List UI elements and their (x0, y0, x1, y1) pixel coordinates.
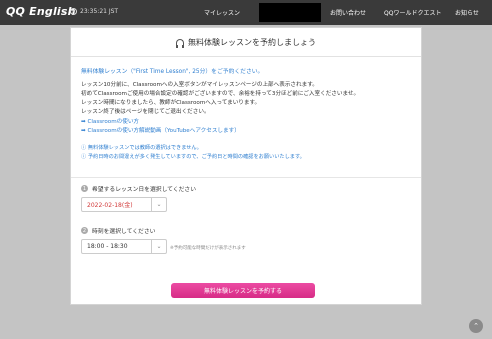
nav-news[interactable]: お知らせ (455, 8, 479, 17)
nav-my-lesson[interactable]: マイレッスン (204, 8, 240, 17)
description-line: レッスン10分前に、Classroomへの入室ボタンがマイレッスンページの上部へ… (81, 82, 318, 88)
description-line: レッスン時間になりましたら、教師がClassroomへ入ってまいります。 (81, 100, 261, 106)
reservation-panel: 無料体験レッスンを予約しましょう 無料体験レッスン（"First Time Le… (70, 27, 422, 305)
lesson-title: 無料体験レッスン（"First Time Lesson", 25分）をご予約くだ… (81, 69, 264, 75)
reserve-button[interactable]: 無料体験レッスンを予約する (171, 283, 315, 298)
clock-icon (70, 8, 77, 15)
clock-time: 23:35:21 JST (80, 8, 119, 15)
panel-header: 無料体験レッスンを予約しましょう (71, 28, 421, 57)
lesson-date-value: 2022-02-18(金) (87, 202, 133, 209)
lesson-time-select[interactable]: 18:00 - 18:30 ⌄ (81, 239, 167, 254)
lesson-date-select[interactable]: 2022-02-18(金) ⌄ (81, 197, 167, 212)
classroom-video-link[interactable]: ➡ Classroomの使い方解説動画（YouTubeへアクセスします） (81, 126, 240, 134)
classroom-howto-link[interactable]: ➡ Classroomの使い方 (81, 117, 139, 125)
divider (71, 177, 421, 178)
nav-contact[interactable]: お問い合わせ (330, 8, 366, 17)
scroll-top-button[interactable]: ⌃ (469, 319, 483, 333)
time-hint: ※予約可能な時間だけが表示されます (170, 246, 246, 251)
chevron-down-icon[interactable]: ⌄ (151, 198, 166, 211)
description-line: レッスン終了後はページを閉じてご退出ください。 (81, 109, 210, 115)
clock: 23:35:21 JST (70, 8, 118, 15)
nav-quest[interactable]: QQワールドクエスト (384, 8, 441, 17)
chevron-down-icon[interactable]: ⌄ (151, 240, 166, 253)
redacted-user-area (259, 3, 321, 22)
lesson-time-value: 18:00 - 18:30 (87, 243, 128, 250)
step1-number: 1 (81, 185, 88, 192)
step2-text: 時刻を選択してください (92, 229, 156, 235)
description-line: 初めてClassroomご使用の場合設定の確認がございますので、余裕を持って3分… (81, 91, 360, 97)
lesson-description: レッスン10分前に、Classroomへの入室ボタンがマイレッスンページの上部へ… (81, 81, 411, 117)
note-date-check: ⓘ 予約日時のお間違えが多く発生していますので、ご予約日と時間の確認をお願いいた… (81, 154, 305, 160)
headset-icon (176, 38, 184, 48)
top-navigation-bar: QQ English 23:35:21 JST マイレッスン お問い合わせ QQ… (0, 0, 492, 25)
step2-number: 2 (81, 227, 88, 234)
step1-label: 1 希望するレッスン日を選択してください (81, 184, 196, 193)
note-teacher-selection: ⓘ 無料体験レッスンでは教師の選択はできません。 (81, 145, 202, 151)
step1-text: 希望するレッスン日を選択してください (92, 187, 196, 193)
page-title: 無料体験レッスンを予約しましょう (188, 37, 316, 47)
qq-english-logo[interactable]: QQ English (6, 5, 76, 18)
step2-label: 2 時刻を選択してください (81, 226, 155, 235)
